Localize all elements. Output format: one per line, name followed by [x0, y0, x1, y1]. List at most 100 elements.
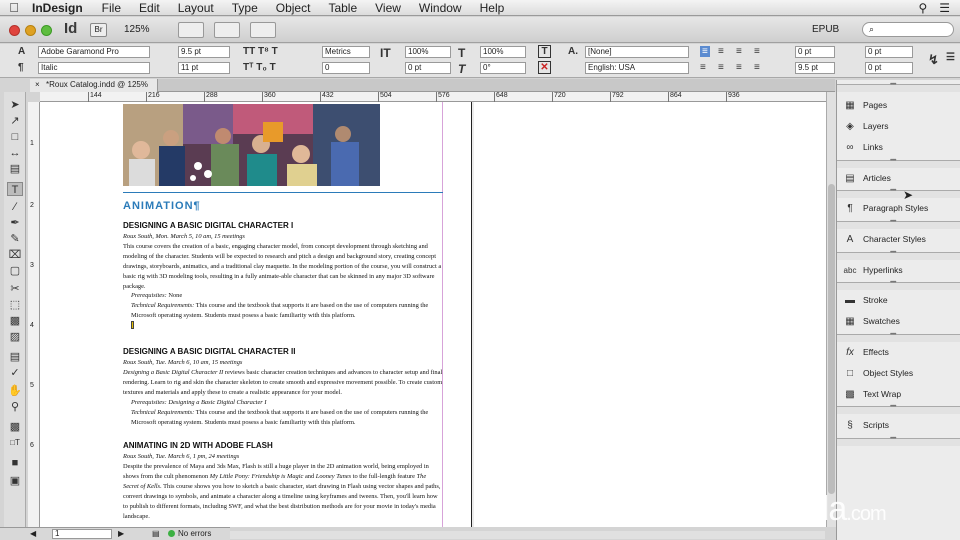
skew-field[interactable]: 0° [480, 62, 526, 74]
left-indent-field[interactable]: 0 pt [795, 46, 835, 58]
first-page-icon[interactable]: ◀ [30, 529, 36, 538]
pencil-tool-icon[interactable]: ✎ [7, 232, 23, 246]
panel-pages[interactable]: ▦ Pages [837, 95, 960, 115]
justify-all-icon[interactable]: ≡ [754, 62, 760, 73]
panel-group-handle[interactable] [837, 280, 960, 290]
type-tool-icon[interactable]: T [7, 182, 23, 196]
lightning-icon[interactable]: ↯ [928, 52, 939, 68]
panel-group-handle[interactable] [837, 332, 960, 342]
arrange-documents-button[interactable] [250, 22, 276, 38]
formatting-container-icon[interactable]: □T [7, 436, 23, 450]
horizontal-ruler[interactable]: 144 216 288 360 432 504 576 648 720 792 … [40, 92, 828, 102]
justify-right-icon[interactable]: ≡ [736, 62, 742, 73]
character-style-field[interactable]: [None] [585, 46, 689, 58]
vertical-scrollbar[interactable] [826, 92, 836, 527]
align-right-icon[interactable]: ≡ [736, 46, 742, 57]
align-left-icon[interactable]: ≡ [700, 46, 710, 57]
panel-group-handle[interactable] [837, 188, 960, 198]
minimize-window-button[interactable] [25, 25, 36, 36]
vertical-scale-field[interactable]: 100% [405, 46, 451, 58]
gradient-swatch-tool-icon[interactable]: ▩ [7, 314, 23, 328]
page-tool-icon[interactable]: □ [7, 130, 23, 144]
panel-group-handle[interactable] [837, 250, 960, 260]
close-tab-icon[interactable]: × [35, 79, 40, 91]
gradient-feather-tool-icon[interactable]: ▨ [7, 330, 23, 344]
vertical-ruler[interactable]: 1 2 3 4 5 6 [28, 102, 40, 527]
panel-articles[interactable]: ▤ Articles [837, 168, 960, 188]
last-line-indent-field[interactable]: 0 pt [865, 62, 913, 74]
document-canvas[interactable]: ANIMATION¶ DESIGNING A BASIC DIGITAL CHA… [40, 102, 826, 527]
panel-layers[interactable]: ◈ Layers [837, 116, 960, 136]
workspace-switcher[interactable]: EPUB [812, 24, 839, 35]
stroke-none-icon[interactable]: ✕ [538, 61, 551, 74]
rectangle-frame-tool-icon[interactable]: ⌧ [7, 248, 23, 262]
close-window-button[interactable] [9, 25, 20, 36]
leading-field[interactable]: 11 pt [178, 62, 230, 74]
students-photo[interactable] [123, 104, 380, 186]
spotlight-icon[interactable]: ⚲ [918, 1, 927, 15]
menu-view[interactable]: View [366, 1, 410, 15]
next-page-icon[interactable]: ▶ [118, 529, 124, 538]
menu-table[interactable]: Table [319, 1, 366, 15]
fill-stroke-icon[interactable]: ▩ [7, 420, 23, 434]
menu-window[interactable]: Window [410, 1, 471, 15]
text-frame[interactable]: ANIMATION¶ DESIGNING A BASIC DIGITAL CHA… [123, 192, 443, 522]
zoom-window-button[interactable] [41, 25, 52, 36]
zoom-tool-icon[interactable]: ⚲ [7, 400, 23, 414]
menu-object[interactable]: Object [267, 1, 320, 15]
page-number-field[interactable]: 1 [52, 529, 112, 539]
free-transform-tool-icon[interactable]: ⬚ [7, 298, 23, 312]
pen-tool-icon[interactable]: ✒ [7, 216, 23, 230]
language-field[interactable]: English: USA [585, 62, 689, 74]
panel-scripts[interactable]: § Scripts [837, 415, 960, 435]
menu-app-name[interactable]: InDesign [28, 1, 93, 15]
align-towards-spine-icon[interactable]: ≡ [754, 46, 760, 57]
panel-group-handle[interactable] [837, 404, 960, 414]
normal-view-icon[interactable]: ■ [7, 456, 23, 470]
panel-group-handle[interactable] [837, 436, 960, 446]
eyedropper-tool-icon[interactable]: ✓ [7, 366, 23, 380]
zoom-level-dropdown[interactable]: 125% [124, 24, 150, 35]
underline-icon[interactable]: Tᵀ T₀ T [243, 62, 276, 73]
gap-tool-icon[interactable]: ↔ [7, 146, 23, 160]
paragraph-controls-icon[interactable]: ¶ [18, 62, 24, 73]
scroll-thumb[interactable] [828, 184, 835, 494]
panel-links[interactable]: ∞ Links [837, 137, 960, 157]
justify-center-icon[interactable]: ≡ [718, 62, 724, 73]
preflight-status-text[interactable]: No errors [178, 529, 211, 538]
first-line-indent-field[interactable]: 9.5 pt [795, 62, 835, 74]
kerning-field[interactable]: Metrics [322, 46, 370, 58]
right-indent-field[interactable]: 0 pt [865, 46, 913, 58]
font-style-field[interactable]: Italic [38, 62, 150, 74]
character-controls-icon[interactable]: A [18, 46, 25, 57]
panel-character-styles[interactable]: A Character Styles [837, 229, 960, 249]
preflight-icon[interactable]: ▤ [152, 529, 160, 538]
bridge-button[interactable]: Br [90, 23, 107, 37]
panel-stroke[interactable]: ▬ Stroke [837, 290, 960, 310]
rectangle-tool-icon[interactable]: ▢ [7, 264, 23, 278]
baseline-shift-field[interactable]: 0 pt [405, 62, 451, 74]
page-right[interactable] [474, 102, 826, 527]
panel-swatches[interactable]: ▦ Swatches [837, 311, 960, 331]
menu-type[interactable]: Type [223, 1, 267, 15]
panel-menu-icon[interactable]: ☰ [946, 52, 955, 63]
panel-hyperlinks[interactable]: abc Hyperlinks [837, 260, 960, 280]
content-collector-icon[interactable]: ▤ [7, 162, 23, 176]
panel-group-handle[interactable] [837, 158, 960, 168]
align-center-icon[interactable]: ≡ [718, 46, 724, 57]
list-icon[interactable]: ☰ [939, 1, 950, 15]
panel-object-styles[interactable]: □ Object Styles [837, 363, 960, 383]
tracking-field[interactable]: 0 [322, 62, 370, 74]
screen-mode-icon[interactable]: ▣ [7, 474, 23, 488]
screen-mode-button[interactable] [214, 22, 240, 38]
direct-selection-tool-icon[interactable]: ↗ [7, 114, 23, 128]
page-left[interactable]: ANIMATION¶ DESIGNING A BASIC DIGITAL CHA… [40, 102, 472, 527]
selection-tool-icon[interactable]: ➤ [7, 98, 23, 112]
horizontal-scale-field[interactable]: 100% [480, 46, 526, 58]
scissors-tool-icon[interactable]: ✂ [7, 282, 23, 296]
menu-layout[interactable]: Layout [169, 1, 223, 15]
panel-paragraph-styles[interactable]: ¶ Paragraph Styles [837, 198, 960, 218]
line-tool-icon[interactable]: ∕ [7, 200, 23, 214]
font-family-field[interactable]: Adobe Garamond Pro [38, 46, 150, 58]
note-tool-icon[interactable]: ▤ [7, 350, 23, 364]
